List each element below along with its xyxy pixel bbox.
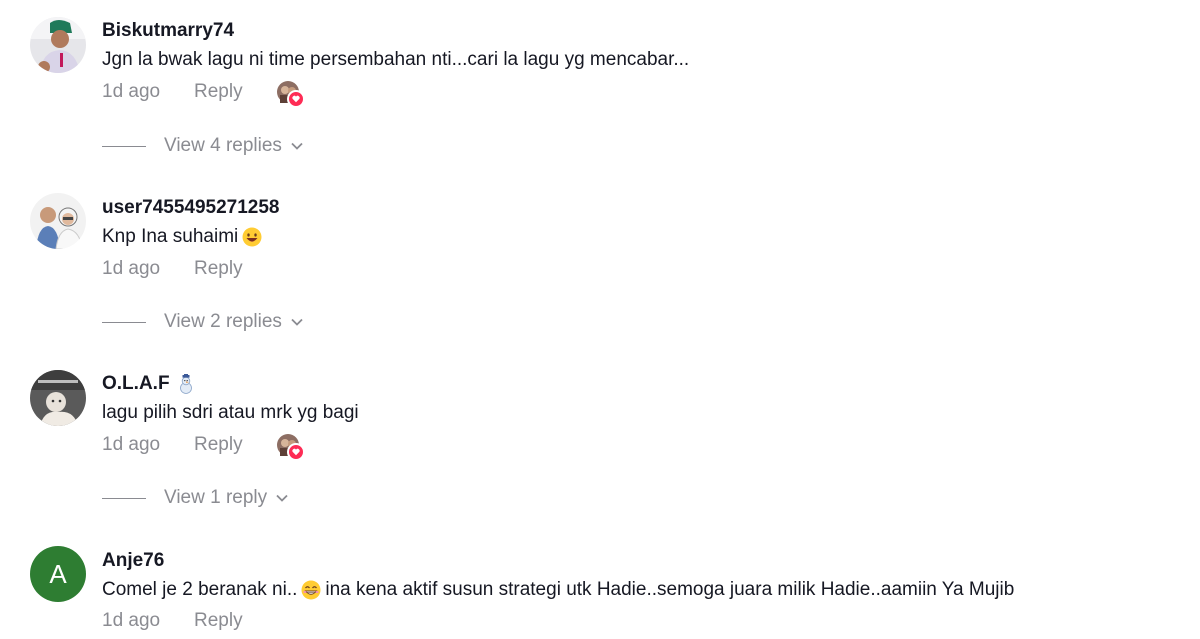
divider-line: [102, 321, 146, 323]
username-text[interactable]: Biskutmarry74: [102, 19, 234, 43]
comment-text: Knp Ina suhaimi: [102, 225, 262, 249]
comment-list: Biskutmarry74 Jgn la bwak lagu ni time p…: [0, 0, 1200, 639]
view-replies-button[interactable]: View 1 reply: [102, 486, 289, 510]
reply-button[interactable]: Reply: [194, 257, 243, 281]
comment-meta: 1d ago Reply: [102, 80, 305, 108]
divider-line: [102, 145, 146, 147]
view-replies-label: View 1 reply: [164, 487, 268, 508]
heart-icon: [286, 90, 305, 108]
comment-time: 1d ago: [102, 610, 161, 631]
view-replies-label: View 2 replies: [164, 311, 282, 332]
comment-time: 1d ago: [102, 81, 161, 102]
user-avatar[interactable]: [30, 193, 86, 249]
comment-username[interactable]: Anje76: [102, 549, 164, 573]
comment-text: Jgn la bwak lagu ni time persembahan nti…: [102, 48, 689, 72]
snowman-icon: [176, 374, 196, 394]
comment-username[interactable]: O.L.A.F: [102, 372, 196, 396]
reply-button[interactable]: Reply: [194, 609, 243, 633]
comment-text-content: Jgn la bwak lagu ni time persembahan nti…: [102, 49, 690, 70]
comment-meta: 1d ago Reply: [102, 257, 243, 281]
creator-liked-badge: [276, 81, 305, 108]
comment-meta: 1d ago Reply: [102, 433, 305, 461]
comment-meta: 1d ago Reply: [102, 609, 243, 633]
grinning-face-icon: [242, 227, 262, 247]
comment-username[interactable]: Biskutmarry74: [102, 19, 234, 43]
divider-line: [102, 497, 146, 499]
username-text[interactable]: Anje76: [102, 549, 164, 573]
comment-username[interactable]: user7455495271258: [102, 196, 280, 220]
comment-text: Comel je 2 beranak ni.. ina kena aktif s…: [102, 578, 1014, 602]
user-avatar[interactable]: A: [30, 546, 86, 602]
user-avatar[interactable]: [30, 370, 86, 426]
comment-text-content: Comel je 2 beranak ni..: [102, 579, 298, 600]
chevron-down-icon: [275, 491, 289, 505]
view-replies-button[interactable]: View 2 replies: [102, 310, 304, 334]
reply-button[interactable]: Reply: [194, 433, 243, 457]
creator-liked-badge: [276, 434, 305, 461]
comment-text-content: lagu pilih sdri atau mrk yg bagi: [102, 402, 359, 423]
avatar-letter: A: [49, 559, 67, 589]
chevron-down-icon: [290, 315, 304, 329]
comment-text-content: ina kena aktif susun strategi utk Hadie.…: [325, 579, 1015, 600]
username-text[interactable]: O.L.A.F: [102, 372, 170, 396]
chevron-down-icon: [290, 139, 304, 153]
username-text[interactable]: user7455495271258: [102, 196, 280, 220]
view-replies-label: View 4 replies: [164, 135, 282, 156]
beaming-face-icon: [301, 580, 321, 600]
heart-icon: [286, 443, 305, 461]
comment-text-content: Knp Ina suhaimi: [102, 226, 239, 247]
reply-button[interactable]: Reply: [194, 80, 243, 104]
comment-text: lagu pilih sdri atau mrk yg bagi: [102, 401, 359, 425]
view-replies-button[interactable]: View 4 replies: [102, 134, 304, 158]
user-avatar[interactable]: [30, 17, 86, 73]
comment-time: 1d ago: [102, 434, 161, 455]
comment-time: 1d ago: [102, 258, 161, 279]
